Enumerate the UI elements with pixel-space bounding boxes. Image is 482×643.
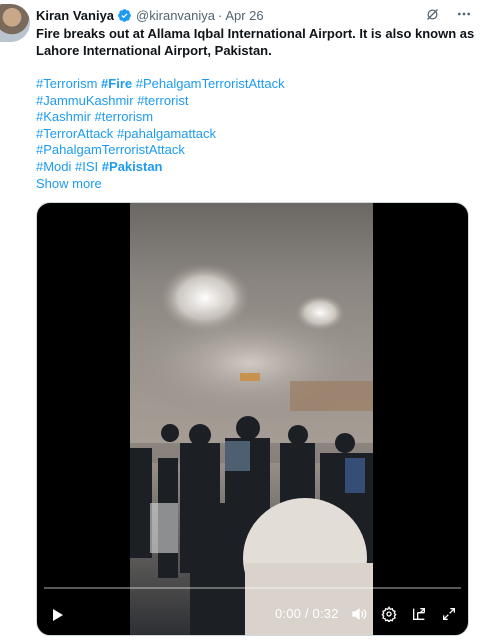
video-frame[interactable] bbox=[130, 203, 373, 635]
hashtag-link[interactable]: #Pakistan bbox=[102, 159, 163, 174]
picture-in-picture-icon[interactable] bbox=[411, 606, 427, 622]
hashtag-line: #TerrorAttack #pahalgamattack bbox=[36, 126, 476, 143]
hashtag-link[interactable]: #ISI bbox=[75, 159, 98, 174]
hashtag-link[interactable]: #Terrorism bbox=[36, 76, 97, 91]
play-icon[interactable] bbox=[49, 607, 65, 623]
video-time: 0:00 / 0:32 bbox=[275, 606, 339, 621]
hashtag-line: #PahalgamTerroristAttack bbox=[36, 142, 476, 159]
fullscreen-icon[interactable] bbox=[441, 606, 457, 622]
hashtag-line: #JammuKashmir #terrorist bbox=[36, 93, 476, 110]
video-player[interactable]: 0:00 / 0:32 bbox=[36, 202, 469, 636]
author-handle[interactable]: @kiranvaniya bbox=[136, 8, 215, 23]
separator: · bbox=[218, 7, 223, 23]
hashtag-link[interactable]: #TerrorAttack bbox=[36, 126, 113, 141]
hashtag-link[interactable]: #pahalgamattack bbox=[117, 126, 216, 141]
video-thumbnail bbox=[130, 263, 373, 635]
tweet-header: Kiran Vaniya @kiranvaniya · Apr 26 bbox=[36, 6, 472, 24]
hashtag-line: #Kashmir #terrorism bbox=[36, 109, 476, 126]
hashtag-link[interactable]: #PehalgamTerroristAttack bbox=[136, 76, 285, 91]
tweet-date[interactable]: Apr 26 bbox=[225, 8, 263, 23]
hashtag-block: #Terrorism #Fire #PehalgamTerroristAttac… bbox=[36, 76, 476, 176]
show-more-link[interactable]: Show more bbox=[36, 176, 102, 191]
hashtag-link[interactable]: #Kashmir bbox=[36, 109, 91, 124]
video-progress-bar[interactable] bbox=[44, 587, 461, 589]
hashtag-link[interactable]: #Modi bbox=[36, 159, 71, 174]
hashtag-line: #Modi #ISI #Pakistan bbox=[36, 159, 476, 176]
settings-gear-icon[interactable] bbox=[381, 606, 397, 622]
hashtag-link[interactable]: #JammuKashmir bbox=[36, 93, 134, 108]
verified-badge-icon bbox=[118, 8, 131, 22]
hashtag-link[interactable]: #terrorist bbox=[137, 93, 188, 108]
more-options-icon[interactable] bbox=[456, 6, 472, 22]
hashtag-line: #Terrorism #Fire #PehalgamTerroristAttac… bbox=[36, 76, 476, 93]
hashtag-link[interactable]: #terrorism bbox=[95, 109, 154, 124]
grok-icon[interactable] bbox=[424, 6, 440, 22]
hashtag-link[interactable]: #PahalgamTerroristAttack bbox=[36, 142, 185, 157]
author-name[interactable]: Kiran Vaniya bbox=[36, 8, 114, 23]
video-controls: 0:00 / 0:32 bbox=[37, 593, 468, 635]
volume-icon[interactable] bbox=[351, 606, 367, 622]
avatar[interactable] bbox=[0, 4, 30, 42]
tweet-text: Fire breaks out at Allama Iqbal Internat… bbox=[36, 26, 475, 58]
hashtag-link[interactable]: #Fire bbox=[101, 76, 132, 91]
